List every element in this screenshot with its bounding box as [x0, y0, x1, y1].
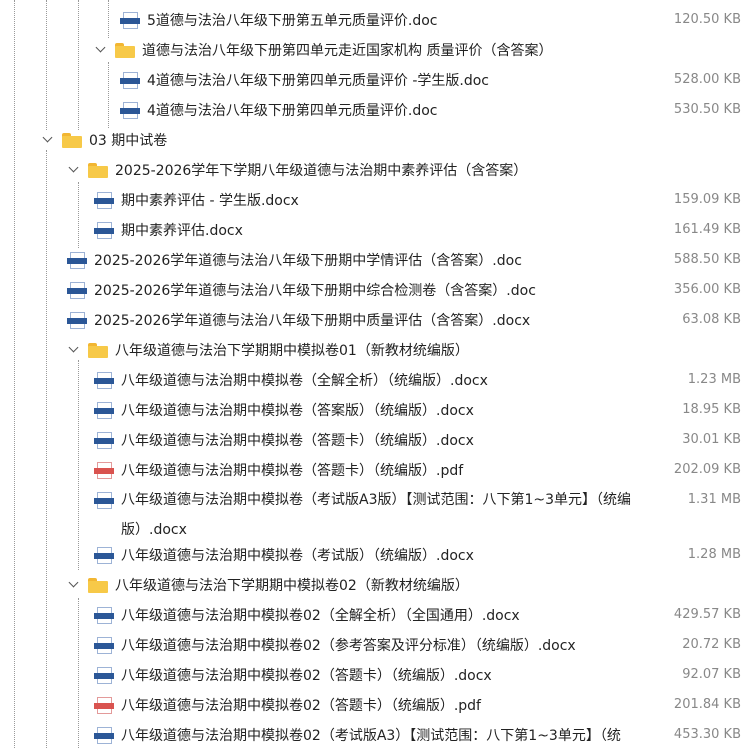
file-row[interactable]: 2025-2026学年道德与法治八年级下册期中综合检测卷（含答案）.doc 35…	[0, 275, 749, 305]
file-size: 63.08 KB	[682, 312, 741, 327]
file-row[interactable]: 八年级道德与法治期中模拟卷02（参考答案及评分标准）（统编版）.docx 20.…	[0, 630, 749, 660]
word-doc-icon	[120, 11, 140, 29]
folder-icon	[88, 162, 108, 178]
folder-row[interactable]: 八年级道德与法治下学期期中模拟卷01（新教材统编版）	[0, 335, 749, 365]
chevron-down-icon[interactable]	[68, 344, 80, 356]
file-size: 202.09 KB	[673, 462, 741, 477]
word-doc-icon	[94, 546, 114, 564]
pdf-file-icon	[94, 696, 114, 714]
file-name: 八年级道德与法治期中模拟卷02（参考答案及评分标准）（统编版）.docx	[121, 638, 576, 654]
file-name: 八年级道德与法治期中模拟卷（答题卡）（统编版）.pdf	[121, 463, 464, 479]
word-doc-icon	[94, 606, 114, 624]
chevron-down-icon[interactable]	[68, 164, 80, 176]
file-row[interactable]: 期中素养评估.docx 161.49 KB	[0, 215, 749, 245]
chevron-down-icon[interactable]	[68, 579, 80, 591]
file-size: 453.30 KB	[673, 727, 741, 742]
file-row[interactable]: 八年级道德与法治期中模拟卷02（答题卡）（统编版）.docx 92.07 KB	[0, 660, 749, 690]
folder-icon	[88, 342, 108, 358]
word-doc-icon	[94, 221, 114, 239]
word-doc-icon	[94, 191, 114, 209]
file-name: 2025-2026学年道德与法治八年级下册期中学情评估（含答案）.doc	[94, 253, 522, 269]
folder-name: 八年级道德与法治下学期期中模拟卷02（新教材统编版）	[115, 578, 469, 594]
word-doc-icon	[67, 311, 87, 329]
file-name: 八年级道德与法治期中模拟卷02（全解全析）（全国通用）.docx	[121, 608, 520, 624]
file-size: 20.72 KB	[682, 637, 741, 652]
file-size: 588.50 KB	[673, 252, 741, 267]
word-doc-icon	[94, 371, 114, 389]
file-name: 期中素养评估 - 学生版.docx	[121, 193, 299, 209]
file-name: 4道德与法治八年级下册第四单元质量评价 -学生版.doc	[147, 73, 490, 89]
file-name: 八年级道德与法治期中模拟卷（考试版）（统编版）.docx	[121, 548, 474, 564]
file-row[interactable]: 八年级道德与法治期中模拟卷02（答题卡）（统编版）.pdf 201.84 KB	[0, 690, 749, 720]
file-row[interactable]: 八年级道德与法治期中模拟卷（全解全析）（统编版）.docx 1.23 MB	[0, 365, 749, 395]
chevron-down-icon[interactable]	[42, 134, 54, 146]
word-doc-icon	[94, 401, 114, 419]
file-name: 八年级道德与法治期中模拟卷（答案版）（统编版）.docx	[121, 403, 474, 419]
folder-icon	[115, 42, 135, 58]
file-size: 159.09 KB	[673, 192, 741, 207]
file-row[interactable]: 八年级道德与法治期中模拟卷02（全解全析）（全国通用）.docx 429.57 …	[0, 600, 749, 630]
file-name: 5道德与法治八年级下册第五单元质量评价.doc	[147, 13, 438, 29]
file-name: 2025-2026学年道德与法治八年级下册期中质量评估（含答案）.docx	[94, 313, 531, 329]
folder-row[interactable]: 2025-2026学年下学期八年级道德与法治期中素养评估（含答案）	[0, 155, 749, 185]
file-size: 1.23 MB	[687, 372, 741, 387]
word-doc-icon	[94, 636, 114, 654]
folder-name: 道德与法治八年级下册第四单元走近国家机构 质量评价（含答案）	[142, 43, 553, 59]
file-name: 八年级道德与法治期中模拟卷02（答题卡）（统编版）.docx	[121, 668, 492, 684]
file-size: 120.50 KB	[673, 12, 741, 27]
file-row[interactable]: 2025-2026学年道德与法治八年级下册期中学情评估（含答案）.doc 588…	[0, 245, 749, 275]
folder-row[interactable]: 道德与法治八年级下册第四单元走近国家机构 质量评价（含答案）	[0, 35, 749, 65]
folder-name: 2025-2026学年下学期八年级道德与法治期中素养评估（含答案）	[115, 163, 528, 179]
file-row[interactable]: 2025-2026学年道德与法治八年级下册期中质量评估（含答案）.docx 63…	[0, 305, 749, 335]
file-name: 八年级道德与法治期中模拟卷02（答题卡）（统编版）.pdf	[121, 698, 481, 714]
word-doc-icon	[120, 71, 140, 89]
word-doc-icon	[120, 101, 140, 119]
folder-icon	[62, 132, 82, 148]
file-name: 2025-2026学年道德与法治八年级下册期中综合检测卷（含答案）.doc	[94, 283, 536, 299]
file-row[interactable]: 八年级道德与法治期中模拟卷（考试版A3版）【测试范围：八下第1~3单元】（统编版…	[0, 485, 749, 545]
file-name: 期中素养评估.docx	[121, 223, 243, 239]
file-size: 356.00 KB	[673, 282, 741, 297]
file-name: 八年级道德与法治期中模拟卷（答题卡）（统编版）.docx	[121, 433, 474, 449]
chevron-down-icon[interactable]	[95, 44, 107, 56]
file-row[interactable]: 4道德与法治八年级下册第四单元质量评价 -学生版.doc 528.00 KB	[0, 65, 749, 95]
folder-name: 03 期中试卷	[89, 133, 168, 149]
word-doc-icon	[94, 491, 114, 509]
file-size: 201.84 KB	[673, 697, 741, 712]
file-row[interactable]: 八年级道德与法治期中模拟卷（考试版）（统编版）.docx 1.28 MB	[0, 540, 749, 570]
word-doc-icon	[94, 666, 114, 684]
file-row[interactable]: 八年级道德与法治期中模拟卷（答题卡）（统编版）.docx 30.01 KB	[0, 425, 749, 455]
word-doc-icon	[94, 431, 114, 449]
file-size: 530.50 KB	[673, 102, 741, 117]
file-size: 92.07 KB	[682, 667, 741, 682]
file-name: 八年级道德与法治期中模拟卷02（考试版A3）【测试范围：八下第1~3单元】（统	[121, 728, 621, 744]
file-row[interactable]: 八年级道德与法治期中模拟卷（答题卡）（统编版）.pdf 202.09 KB	[0, 455, 749, 485]
file-name: 八年级道德与法治期中模拟卷（考试版A3版）【测试范围：八下第1~3单元】（统编版…	[121, 492, 632, 538]
word-doc-icon	[67, 251, 87, 269]
file-name: 八年级道德与法治期中模拟卷（全解全析）（统编版）.docx	[121, 373, 488, 389]
word-doc-icon	[94, 726, 114, 744]
file-size: 1.31 MB	[687, 492, 741, 507]
folder-row[interactable]: 03 期中试卷	[0, 125, 749, 155]
file-size: 528.00 KB	[673, 72, 741, 87]
pdf-file-icon	[94, 461, 114, 479]
file-name: 4道德与法治八年级下册第四单元质量评价.doc	[147, 103, 438, 119]
file-size: 30.01 KB	[682, 432, 741, 447]
file-row[interactable]: 4道德与法治八年级下册第四单元质量评价.doc 530.50 KB	[0, 95, 749, 125]
file-row[interactable]: 5道德与法治八年级下册第五单元质量评价.doc 120.50 KB	[0, 5, 749, 35]
file-row[interactable]: 期中素养评估 - 学生版.docx 159.09 KB	[0, 185, 749, 215]
folder-name: 八年级道德与法治下学期期中模拟卷01（新教材统编版）	[115, 343, 469, 359]
file-size: 161.49 KB	[673, 222, 741, 237]
folder-icon	[88, 577, 108, 593]
file-row[interactable]: 八年级道德与法治期中模拟卷02（考试版A3）【测试范围：八下第1~3单元】（统 …	[0, 720, 749, 750]
file-size: 429.57 KB	[673, 607, 741, 622]
file-size: 18.95 KB	[682, 402, 741, 417]
file-size: 1.28 MB	[687, 547, 741, 562]
folder-row[interactable]: 八年级道德与法治下学期期中模拟卷02（新教材统编版）	[0, 570, 749, 600]
word-doc-icon	[67, 281, 87, 299]
file-row[interactable]: 八年级道德与法治期中模拟卷（答案版）（统编版）.docx 18.95 KB	[0, 395, 749, 425]
